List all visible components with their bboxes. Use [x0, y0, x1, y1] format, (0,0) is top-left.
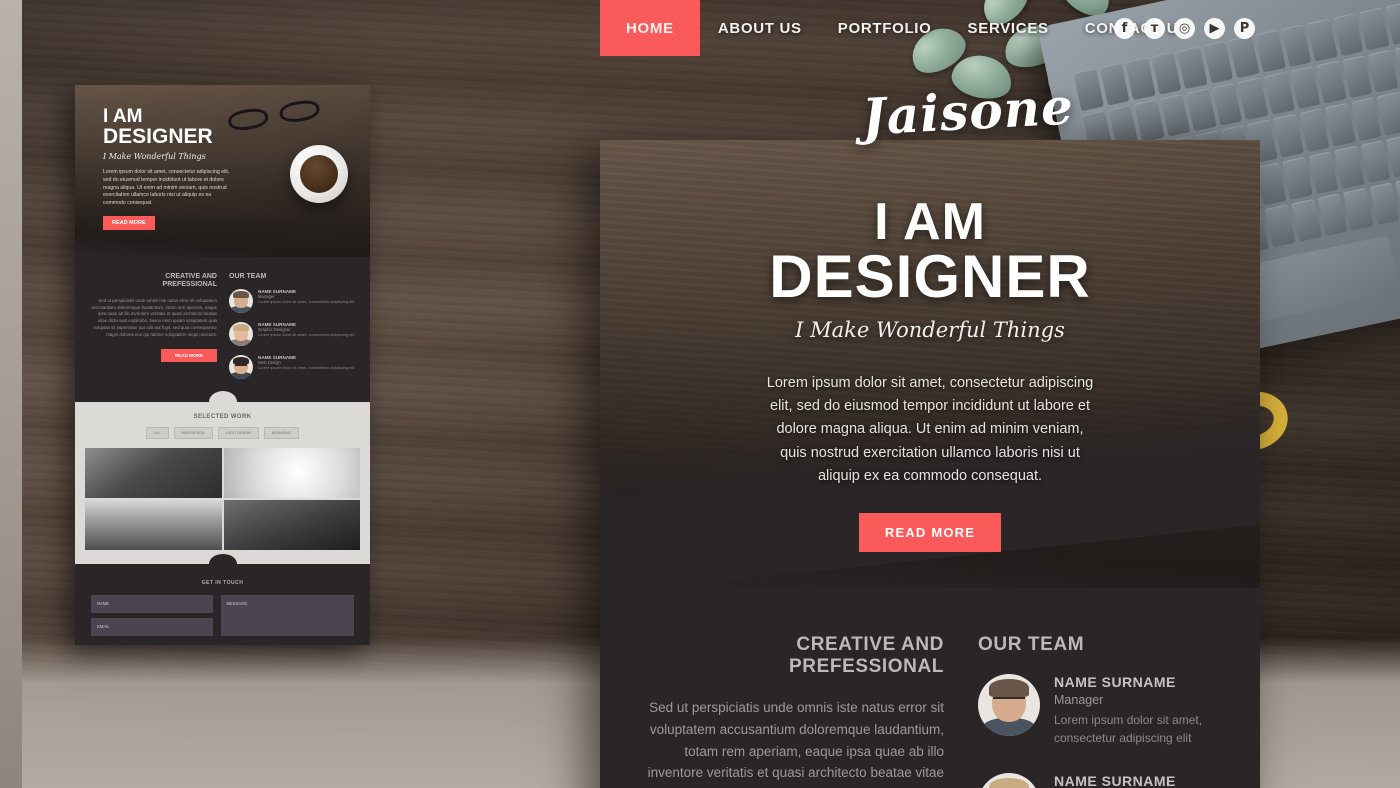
hero-paragraph: Lorem ipsum dolor sit amet, consectetur …: [766, 374, 1094, 485]
team-column: OUR TEAM NAME SURNAME Manager Lorem ipsu…: [978, 634, 1226, 788]
facebook-icon[interactable]: f: [1114, 18, 1135, 39]
desk-left-edge: [0, 0, 22, 788]
member-description: Lorem ipsum dolor sit amet, consectetur …: [258, 332, 355, 338]
hero-title-line1: I AM: [874, 193, 986, 251]
nav-item-home[interactable]: HOME: [600, 0, 700, 56]
member-name: NAME SURNAME: [1054, 674, 1176, 691]
member-description: Lorem ipsum dolor sit amet, consectetur …: [258, 299, 355, 305]
thumb-team-column: OUR TEAM NAME SURNAME Manager Lorem ipsu…: [229, 273, 356, 388]
team-member[interactable]: NAME SURNAME Manager Lorem ipsum dolor s…: [978, 674, 1226, 747]
work-filter-branding[interactable]: BRANDING: [263, 427, 299, 440]
thumb-about-read-more-button[interactable]: READ MORE: [161, 348, 217, 362]
nav-item-services[interactable]: SERVICES: [950, 0, 1067, 56]
message-input[interactable]: MESSAGE: [220, 595, 354, 637]
thumb-about-heading: CREATIVE AND PREFESSIONAL: [89, 273, 217, 290]
thumb-about-paragraph: Sed ut perspiciatis unde omnis iste natu…: [91, 297, 217, 337]
email-input[interactable]: EMAIL: [91, 618, 213, 637]
twitter-icon[interactable]: ᴛ: [1144, 18, 1165, 39]
about-team-section: CREATIVE AND PREFESSIONAL Sed ut perspic…: [600, 588, 1260, 788]
hero-tagline: I Make Wonderful Things: [795, 317, 1065, 342]
member-role: Manager: [1054, 693, 1104, 708]
avatar: [229, 289, 253, 314]
about-heading: CREATIVE AND PREFESSIONAL: [634, 634, 944, 679]
about-paragraph: Sed ut perspiciatis unde omnis iste natu…: [639, 699, 944, 788]
thumb-about-heading-line2: PREFESSIONAL: [162, 281, 217, 289]
work-filter-web-design[interactable]: WEB DESIGN: [173, 427, 213, 440]
site-logo[interactable]: Jaisone: [861, 77, 1076, 147]
nav-item-portfolio[interactable]: PORTFOLIO: [820, 0, 950, 56]
thumb-selected-work-section: SELECTED WORK ALL WEB DESIGN LOGO DESIGN…: [75, 402, 370, 565]
nav-item-about-us[interactable]: ABOUT US: [700, 0, 820, 56]
work-heading: SELECTED WORK: [193, 414, 252, 421]
hero-title-line2: DESIGNER: [769, 242, 1091, 310]
name-input[interactable]: NAME: [91, 595, 213, 614]
thumb-read-more-button[interactable]: READ MORE: [103, 216, 155, 231]
work-filter-all[interactable]: ALL: [146, 427, 169, 440]
social-links: f ᴛ ◎ ▶ P: [1114, 18, 1255, 39]
thumb-coffee-cup: [290, 145, 348, 203]
team-heading: OUR TEAM: [978, 634, 1085, 655]
work-item-person-sky[interactable]: [85, 500, 222, 551]
contact-heading: GET IN TOUCH: [201, 580, 244, 587]
thumb-about-heading-line1: CREATIVE AND: [165, 273, 217, 280]
thumb-team-heading: OUR TEAM: [229, 273, 267, 280]
hero-read-more-button[interactable]: READ MORE: [858, 512, 1002, 552]
instagram-icon[interactable]: ◎: [1174, 18, 1195, 39]
member-description: Lorem ipsum dolor sit amet, consectetur …: [258, 365, 355, 371]
avatar: [978, 773, 1040, 788]
pinterest-icon[interactable]: P: [1234, 18, 1255, 39]
about-heading-line2: PREFESSIONAL: [789, 656, 944, 678]
screenshot-stage: I AM DESIGNER I Make Wonderful Things Lo…: [0, 0, 1400, 788]
about-column: CREATIVE AND PREFESSIONAL Sed ut perspic…: [634, 634, 944, 788]
thumb-about-column: CREATIVE AND PREFESSIONAL Sed ut perspic…: [89, 273, 217, 388]
thumb-team-member[interactable]: NAME SURNAME Graphic Designer Lorem ipsu…: [229, 322, 356, 347]
team-member[interactable]: NAME SURNAME Graphic Designer Lorem ipsu…: [978, 773, 1226, 788]
member-description: Lorem ipsum dolor sit amet, consectetur …: [1054, 713, 1203, 745]
work-filters: ALL WEB DESIGN LOGO DESIGN BRANDING: [85, 427, 360, 440]
contact-form: NAME EMAIL MESSAGE: [91, 595, 354, 637]
avatar: [229, 355, 253, 380]
work-item-desk-laptop[interactable]: [223, 500, 360, 551]
work-item-coffee-cup[interactable]: [223, 448, 360, 499]
about-heading-line1: CREATIVE AND: [796, 634, 944, 655]
avatar: [978, 674, 1040, 737]
thumb-about-team: CREATIVE AND PREFESSIONAL Sed ut perspic…: [75, 257, 370, 388]
avatar: [229, 322, 253, 347]
top-navigation: HOME ABOUT US PORTFOLIO SERVICES CONTACT…: [600, 0, 1400, 56]
website-mockup-thumbnail: I AM DESIGNER I Make Wonderful Things Lo…: [75, 85, 370, 645]
work-filter-logo-design[interactable]: LOGO DESIGN: [217, 427, 259, 440]
youtube-icon[interactable]: ▶: [1204, 18, 1225, 39]
website-mockup-large: I AM DESIGNER I Make Wonderful Things Lo…: [600, 140, 1260, 788]
thumb-hero-section: I AM DESIGNER I Make Wonderful Things Lo…: [75, 85, 370, 257]
member-name: NAME SURNAME: [1054, 773, 1176, 788]
thumb-team-member[interactable]: NAME SURNAME Web Design Lorem ipsum dolo…: [229, 355, 356, 380]
thumb-team-member[interactable]: NAME SURNAME Manager Lorem ipsum dolor s…: [229, 289, 356, 314]
thumb-contact-section: GET IN TOUCH NAME EMAIL MESSAGE SUBMIT: [75, 564, 370, 645]
thumb-hero-paragraph: Lorem ipsum dolor sit amet, consectetur …: [103, 169, 230, 207]
work-item-desk-keyboard[interactable]: [85, 448, 222, 499]
work-grid: [85, 448, 360, 551]
hero-section: I AM DESIGNER I Make Wonderful Things Lo…: [600, 140, 1260, 598]
